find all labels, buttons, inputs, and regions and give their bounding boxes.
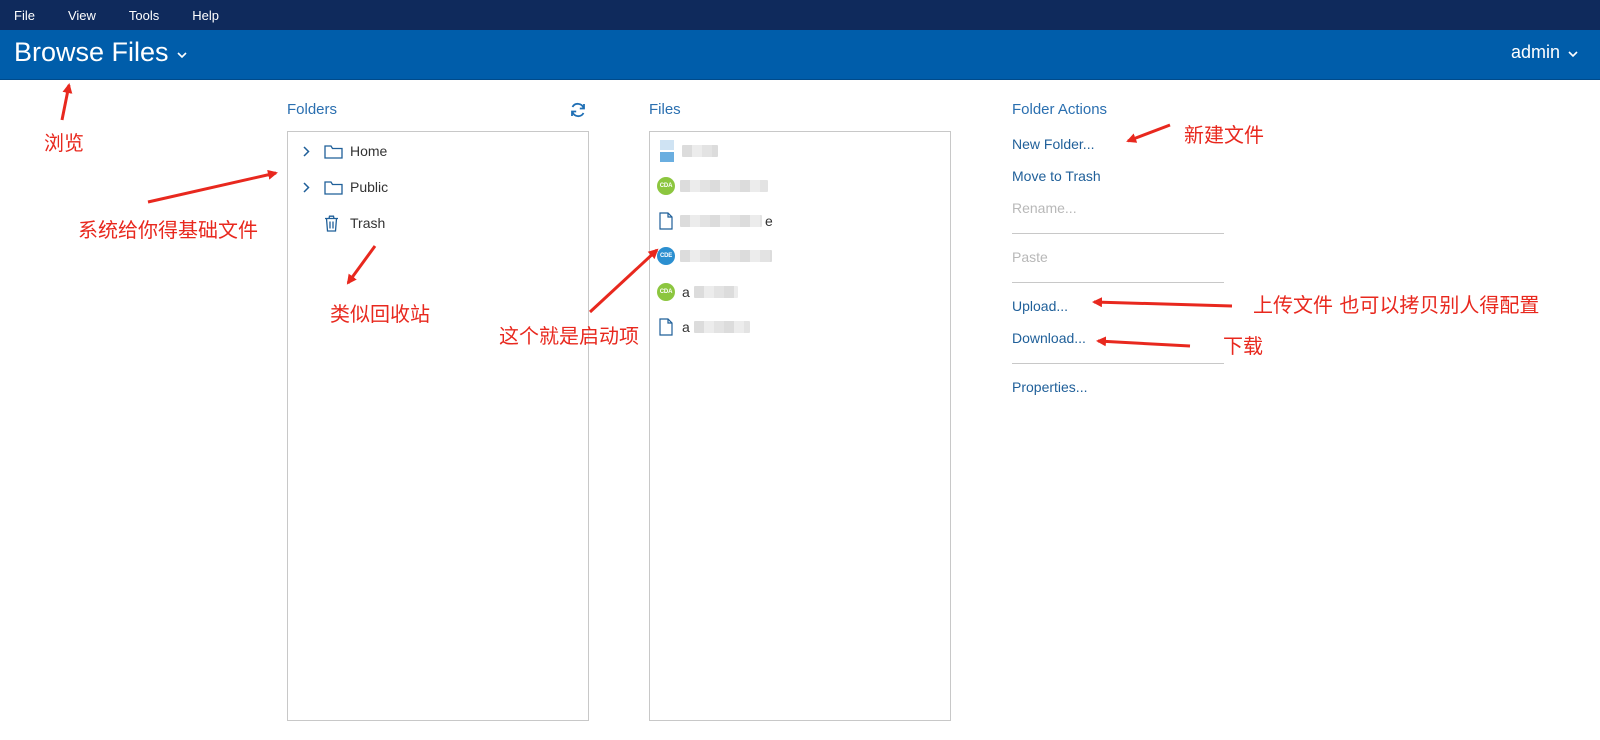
- annotation-recycle: 类似回收站: [330, 302, 430, 326]
- annotation-arrows: [60, 83, 1233, 348]
- annotation-arrow: [588, 248, 659, 314]
- annotation-new-file: 新建文件: [1184, 123, 1264, 147]
- annotation-upload: 上传文件 也可以拷贝别人得配置: [1253, 293, 1540, 317]
- annotation-browse: 浏览: [44, 131, 84, 155]
- annotation-download: 下载: [1223, 334, 1263, 358]
- annotation-arrow: [147, 169, 278, 204]
- annotation-arrow: [60, 83, 73, 121]
- annotation-arrow: [1092, 297, 1233, 308]
- annotation-arrow: [346, 245, 377, 285]
- annotation-startup: 这个就是启动项: [499, 324, 639, 348]
- annotation-arrow: [1096, 336, 1191, 348]
- annotation-base-files: 系统给你得基础文件: [78, 218, 258, 242]
- annotation-arrow: [1126, 123, 1171, 143]
